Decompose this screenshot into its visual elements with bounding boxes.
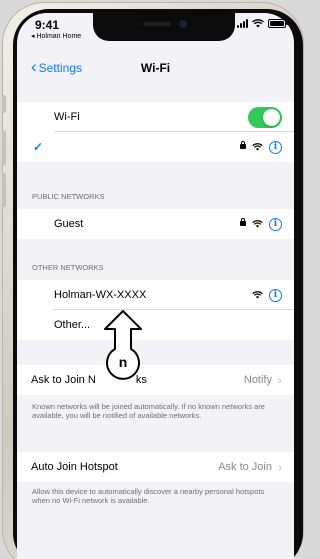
auto-join-value-area: Ask to Join › — [218, 460, 282, 474]
ask-to-join-value: Notify — [243, 374, 272, 386]
lock-icon — [240, 217, 246, 228]
ask-to-join-row[interactable]: Ask to Join Nks Notify › — [17, 365, 294, 395]
callout-letter: n — [118, 354, 128, 370]
checkmark-icon: ✓ — [33, 140, 44, 154]
auto-join-label: Auto Join Hotspot — [31, 461, 118, 473]
page-title: Wi-Fi — [140, 61, 171, 75]
mute-switch — [2, 95, 6, 113]
chevron-right-icon: › — [278, 460, 282, 474]
wifi-group: Wi-Fi ✓ i — [17, 102, 294, 162]
ask-to-join-value-area: Notify › — [244, 373, 282, 387]
info-icon[interactable]: i — [269, 288, 282, 302]
wifi-signal-icon — [252, 143, 263, 151]
auto-join-value: Ask to Join — [218, 461, 272, 473]
volume-down-button — [2, 173, 6, 207]
chevron-right-icon: › — [278, 373, 282, 387]
wifi-toggle[interactable] — [248, 106, 282, 128]
auto-join-row[interactable]: Auto Join Hotspot Ask to Join › — [17, 452, 294, 482]
auto-join-group: Auto Join Hotspot Ask to Join › — [17, 452, 294, 482]
wifi-signal-icon — [252, 291, 263, 299]
status-icons — [237, 19, 288, 28]
connected-network-row[interactable]: ✓ i — [17, 132, 294, 162]
network-name: Holman-WX-XXXX — [54, 289, 147, 301]
front-camera — [179, 20, 187, 28]
network-indicators: i — [240, 140, 282, 154]
network-name: Other... — [54, 319, 91, 331]
wifi-status-icon — [252, 19, 264, 28]
network-name: Guest — [54, 218, 84, 230]
speaker-grille — [143, 22, 171, 26]
tap-callout: n — [98, 309, 148, 383]
toggle-knob — [263, 108, 280, 126]
battery-icon — [268, 19, 288, 28]
network-indicators: i — [252, 288, 282, 302]
volume-up-button — [2, 131, 6, 165]
public-networks-group: Guest i — [17, 209, 294, 239]
auto-join-footnote: Allow this device to automatically disco… — [32, 487, 265, 505]
info-icon[interactable]: i — [269, 217, 282, 231]
network-row-holman[interactable]: Holman-WX-XXXX i — [17, 280, 294, 310]
back-to-app-link[interactable]: ◂ Holman Home — [31, 32, 81, 40]
status-time: 9:41 — [35, 18, 60, 32]
callout-arrow-circle-icon — [104, 310, 142, 380]
info-icon[interactable]: i — [269, 140, 282, 154]
notch — [93, 13, 235, 41]
public-networks-header: PUBLIC NETWORKS — [32, 192, 105, 201]
other-networks-group: Holman-WX-XXXX i Other... — [17, 280, 294, 340]
cellular-signal-icon — [237, 19, 248, 28]
wifi-signal-icon — [252, 220, 263, 228]
navigation-bar: ‹ Settings Wi-Fi — [17, 55, 294, 81]
network-indicators: i — [240, 217, 282, 231]
network-row-other[interactable]: Other... — [17, 310, 294, 340]
phone-screen: 9:41 ◂ Holman Home ‹ Settings Wi-Fi Wi-F… — [17, 13, 294, 559]
other-networks-header: OTHER NETWORKS — [32, 263, 104, 272]
network-row-guest[interactable]: Guest i — [17, 209, 294, 239]
ask-to-join-footnote: Known networks will be joined automatica… — [32, 402, 265, 420]
lock-icon — [240, 140, 246, 151]
wifi-label: Wi-Fi — [54, 111, 80, 123]
wifi-toggle-row: Wi-Fi — [17, 102, 294, 132]
ask-to-join-group: Ask to Join Nks Notify › — [17, 365, 294, 395]
